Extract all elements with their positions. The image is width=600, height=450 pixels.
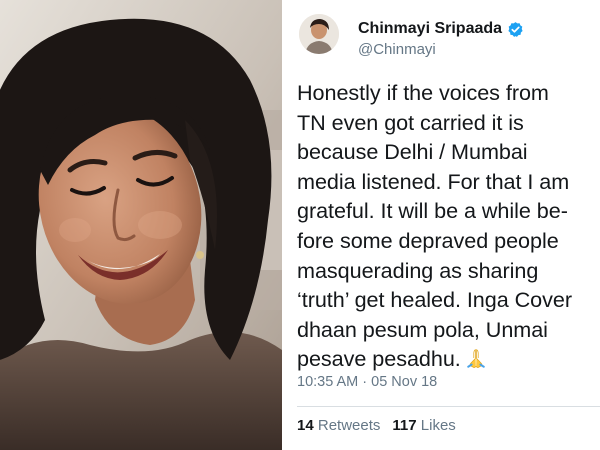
retweets-count: 14 — [297, 417, 314, 434]
likes-label: Likes — [420, 417, 456, 434]
retweets-stat[interactable]: 14 Retweets — [297, 417, 380, 434]
tweet-line: because Delhi / Mumbai — [297, 139, 528, 165]
tweet-line: masquerading as sharing — [297, 257, 539, 283]
folded-hands-icon — [465, 347, 487, 369]
tweet-card: Chinmayi Sripaada @Chinmayi Honestly if … — [290, 0, 600, 450]
tweet-line: ‘truth’ get healed. Inga Cover — [297, 287, 572, 313]
tweet-line-text: pesave pesadhu. — [297, 346, 461, 372]
author-row[interactable]: Chinmayi Sripaada — [358, 18, 524, 40]
profile-photo — [0, 0, 282, 450]
user-handle[interactable]: @Chinmayi — [358, 41, 436, 58]
stats-divider — [297, 406, 600, 407]
screenshot-canvas: Chinmayi Sripaada @Chinmayi Honestly if … — [0, 0, 600, 450]
tweet-timestamp[interactable]: 10:35 AM · 05 Nov 18 — [297, 374, 437, 390]
tweet-text: Honestly if the voices from TN even got … — [297, 78, 595, 374]
tweet-line: TN even got carried it is — [297, 109, 524, 135]
likes-stat[interactable]: 117 Likes — [392, 417, 455, 434]
retweets-label: Retweets — [317, 417, 381, 434]
tweet-stats: 14 Retweets 117 Likes — [297, 417, 456, 434]
tweet-line: grateful. It will be a while be- — [297, 198, 568, 224]
tweet-line-last: pesave pesadhu. — [297, 344, 595, 374]
tweet-line: dhaan pesum pola, Unmai — [297, 316, 548, 342]
avatar[interactable] — [299, 14, 339, 54]
likes-count: 117 — [392, 417, 417, 434]
tweet-line: Honestly if the voices from — [297, 80, 549, 105]
verified-badge-icon — [507, 21, 524, 38]
panel-divider — [282, 0, 290, 450]
tweet-line: media listened. For that I am — [297, 168, 570, 194]
tweet-line: fore some depraved people — [297, 227, 559, 253]
display-name[interactable]: Chinmayi Sripaada — [358, 20, 502, 38]
